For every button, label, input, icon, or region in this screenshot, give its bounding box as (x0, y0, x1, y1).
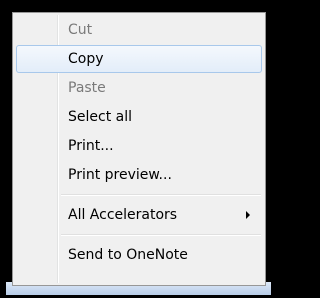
screenshot-frame: Cut Copy Paste Select all Print... Print… (0, 0, 277, 298)
menu-item-print-preview[interactable]: Print preview... (16, 161, 262, 189)
menu-item-select-all[interactable]: Select all (16, 103, 262, 131)
menu-item-print-preview-label: Print preview... (68, 167, 172, 183)
menu-separator (61, 194, 261, 196)
menu-item-all-accelerators-label: All Accelerators (68, 207, 178, 223)
menu-item-send-to-onenote-label: Send to OneNote (68, 247, 188, 263)
menu-separator (61, 234, 261, 236)
menu-item-copy[interactable]: Copy (16, 45, 262, 73)
menu-item-all-accelerators[interactable]: All Accelerators (16, 201, 262, 229)
menu-item-print-label: Print... (68, 138, 114, 154)
menu-item-copy-label: Copy (68, 51, 104, 67)
menu-item-print[interactable]: Print... (16, 132, 262, 160)
chevron-right-icon (246, 211, 250, 219)
menu-item-paste: Paste (16, 74, 262, 102)
menu-item-cut-label: Cut (68, 22, 93, 38)
menu-item-select-all-label: Select all (68, 109, 132, 125)
menu-item-paste-label: Paste (68, 80, 106, 96)
context-menu: Cut Copy Paste Select all Print... Print… (12, 12, 266, 286)
menu-item-send-to-onenote[interactable]: Send to OneNote (16, 241, 262, 269)
menu-item-cut: Cut (16, 16, 262, 44)
